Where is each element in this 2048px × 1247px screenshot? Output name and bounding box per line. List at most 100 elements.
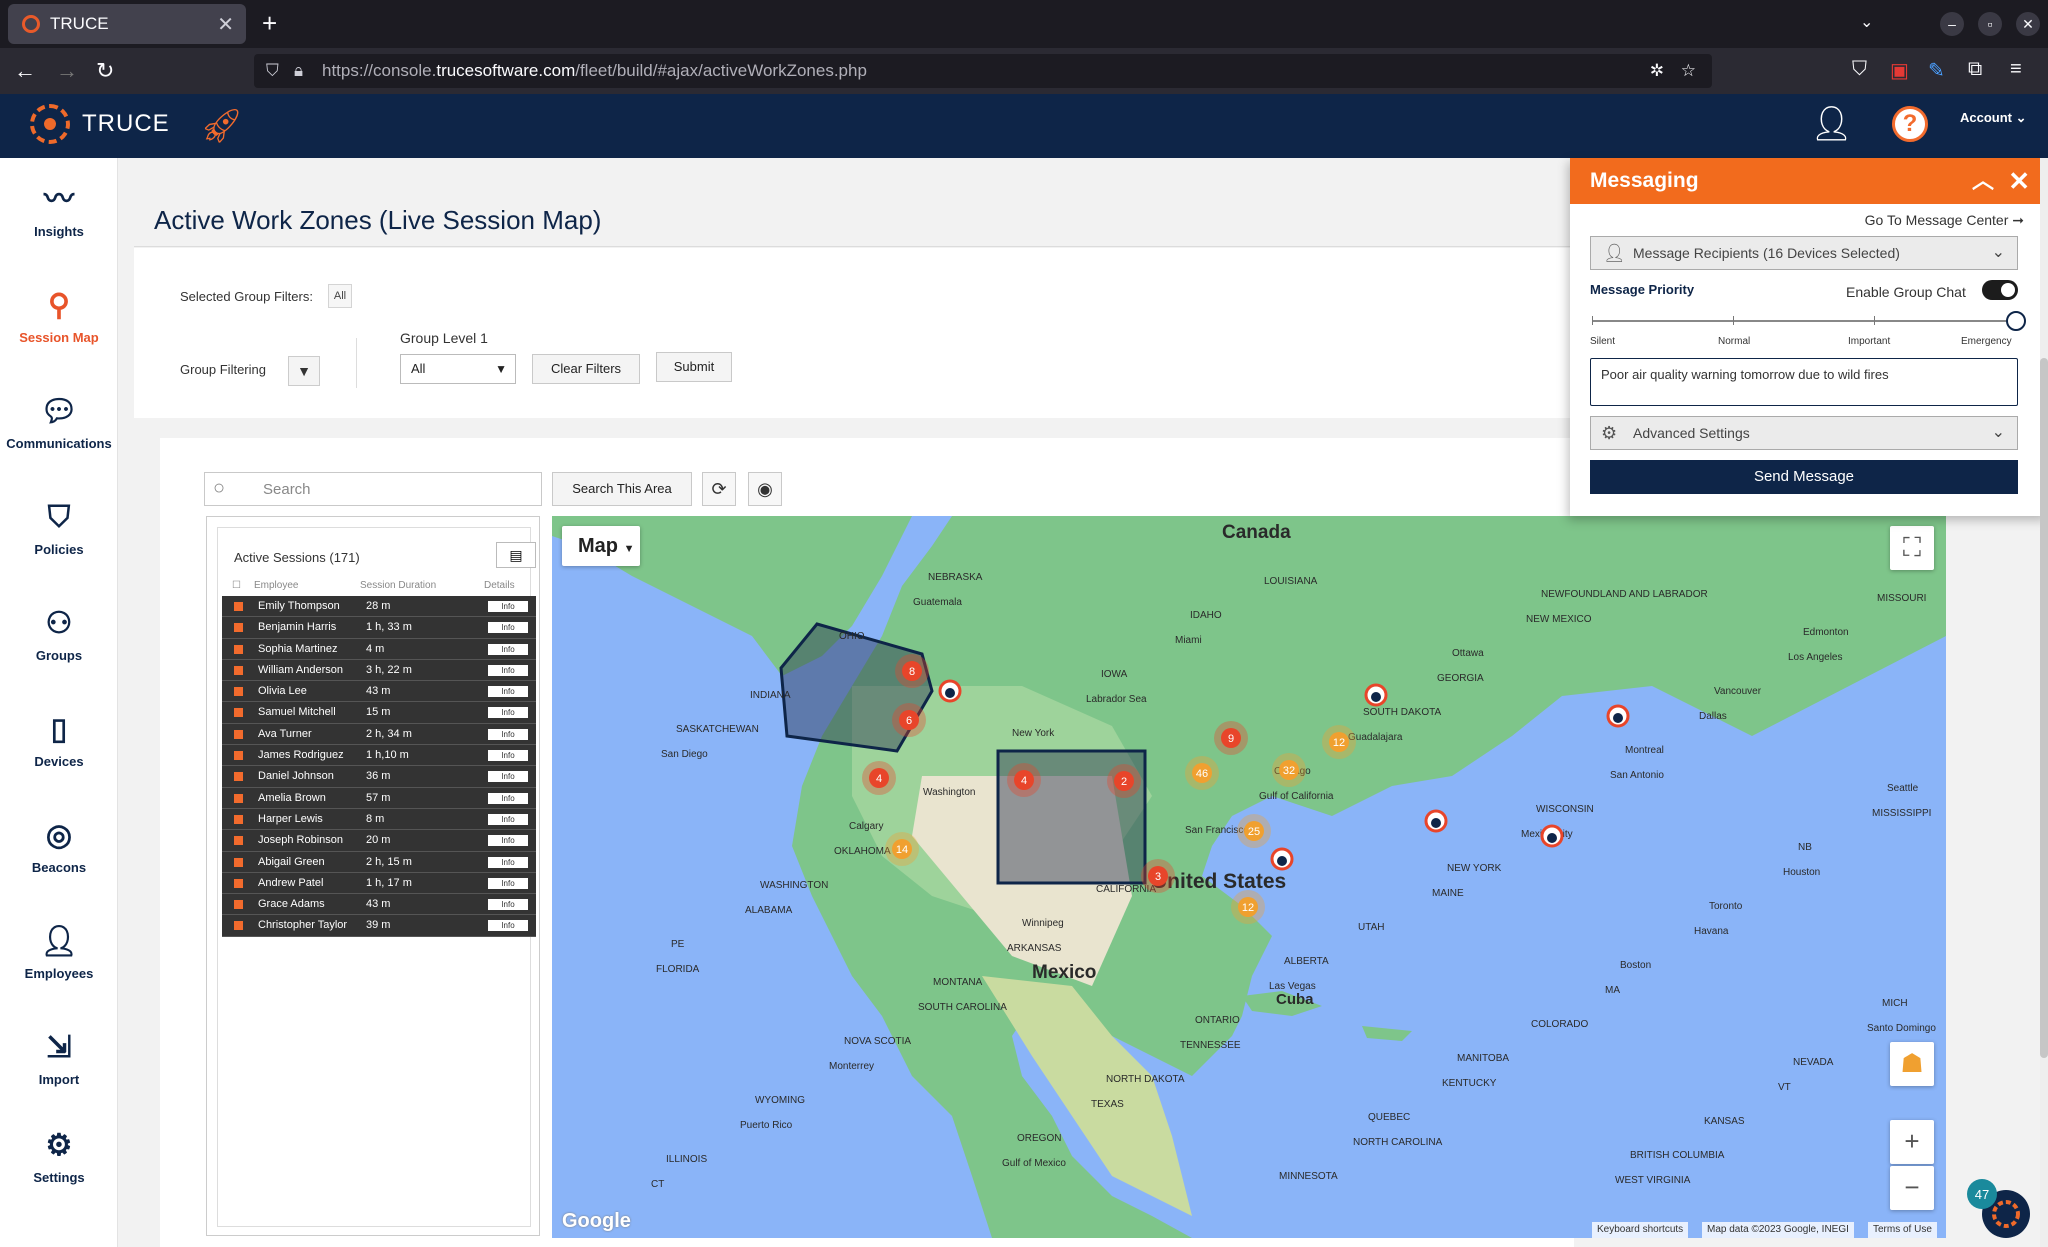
map-cluster[interactable]: 8 [895, 654, 929, 688]
sidebar-item-policies[interactable]: ⛉ Policies [0, 500, 118, 557]
map-cluster[interactable]: 6 [892, 703, 926, 737]
clear-filters-button[interactable]: Clear Filters [532, 354, 640, 384]
message-selected-button[interactable]: ▤ [496, 542, 536, 568]
sidebar-item-beacons[interactable]: ◎ Beacons [0, 818, 118, 875]
info-button[interactable]: Info [488, 622, 528, 634]
table-row[interactable]: Harper Lewis 8 m Info [222, 808, 536, 831]
table-row[interactable]: Emily Thompson 28 m Info [222, 596, 536, 618]
row-checkbox[interactable] [234, 644, 243, 654]
employee-pin[interactable] [1540, 824, 1564, 848]
row-checkbox[interactable] [234, 900, 243, 910]
close-tab-icon[interactable]: ✕ [217, 12, 234, 37]
table-row[interactable]: Grace Adams 43 m Info [222, 894, 536, 916]
priority-slider[interactable] [1592, 311, 2026, 331]
employee-pin[interactable] [1364, 683, 1388, 707]
account-menu[interactable]: Account ⌄ [1960, 110, 2027, 126]
table-row[interactable]: Samuel Mitchell 15 m Info [222, 702, 536, 724]
row-checkbox[interactable] [234, 602, 243, 611]
info-button[interactable]: Info [488, 920, 528, 932]
restore-icon[interactable]: ▫ [1978, 12, 2002, 36]
map-cluster[interactable]: 14 [885, 832, 919, 866]
info-button[interactable]: Info [488, 750, 528, 762]
info-button[interactable]: Info [488, 835, 528, 847]
menu-icon[interactable]: ≡ [2010, 58, 2022, 81]
row-checkbox[interactable] [234, 878, 243, 888]
page-scrollbar[interactable] [2040, 158, 2048, 1247]
row-checkbox[interactable] [234, 687, 243, 697]
map-cluster[interactable]: 12 [1231, 890, 1265, 924]
map-cluster[interactable]: 4 [862, 761, 896, 795]
url-bar[interactable]: ⛉ 🔒︎ https://console.trucesoftware.com/f… [254, 54, 1712, 88]
table-row[interactable]: Ava Turner 2 h, 34 m Info [222, 723, 536, 746]
row-checkbox[interactable] [234, 793, 243, 803]
minimize-icon[interactable]: – [1940, 12, 1964, 36]
sidebar-item-devices[interactable]: ▯ Devices [0, 712, 118, 769]
employee-pin[interactable] [1270, 847, 1294, 871]
message-textarea[interactable]: Poor air quality warning tomorrow due to… [1590, 358, 2018, 406]
group-level-select[interactable]: All ▼ [400, 354, 516, 384]
new-tab-icon[interactable]: + [262, 8, 277, 39]
map[interactable]: Canada United States Mexico Cuba ALBERTA MANI… [552, 516, 1946, 1238]
map-cluster[interactable]: 4 [1007, 763, 1041, 797]
map-cluster[interactable]: 25 [1237, 814, 1271, 848]
employee-pin[interactable] [1606, 704, 1630, 728]
info-button[interactable]: Info [488, 728, 528, 740]
info-button[interactable]: Info [488, 877, 528, 889]
bookmark-star-icon[interactable]: ☆ [1681, 54, 1696, 88]
info-button[interactable]: Info [488, 664, 528, 676]
info-button[interactable]: Info [488, 856, 528, 868]
row-checkbox[interactable] [234, 751, 243, 761]
refresh-button[interactable]: ⟳ [702, 472, 736, 506]
keyboard-shortcuts-link[interactable]: Keyboard shortcuts [1592, 1222, 1689, 1238]
user-list-icon[interactable]: 👤︎ [1810, 104, 1853, 144]
priority-slider-thumb[interactable] [2006, 311, 2026, 331]
collapse-icon[interactable]: ︿ [1972, 158, 1994, 204]
employee-pin[interactable] [938, 679, 962, 703]
extensions-icon[interactable]: ⧉ [1968, 58, 1982, 81]
map-cluster[interactable]: 9 [1214, 721, 1248, 755]
row-checkbox[interactable] [234, 665, 243, 675]
rocket-icon[interactable]: 🚀︎ [200, 106, 243, 146]
table-row[interactable]: William Anderson 3 h, 22 m Info [222, 659, 536, 682]
send-message-button[interactable]: Send Message [1590, 460, 2018, 494]
forward-icon[interactable]: → [56, 58, 78, 84]
row-checkbox[interactable] [234, 836, 243, 846]
zoom-in-button[interactable]: + [1890, 1120, 1934, 1164]
zoom-out-button[interactable]: − [1890, 1166, 1934, 1210]
tab-list-chevron-icon[interactable]: ⌄ [1860, 12, 1873, 32]
map-cluster[interactable]: 3 [1141, 859, 1175, 893]
extension-icon[interactable]: ✲ [1650, 54, 1664, 88]
table-row[interactable]: Amelia Brown 57 m Info [222, 787, 536, 809]
truce-logo[interactable]: TRUCE [30, 104, 170, 144]
row-checkbox[interactable] [234, 729, 243, 739]
filter-funnel-button[interactable]: ▼ [288, 356, 320, 386]
row-checkbox[interactable] [234, 772, 243, 782]
info-button[interactable]: Info [488, 899, 528, 911]
street-view-button[interactable]: ☗ [1890, 1042, 1934, 1086]
sidebar-item-settings[interactable]: ⚙ Settings [0, 1128, 118, 1185]
col-employee[interactable]: Employee [254, 580, 298, 591]
map-cluster[interactable]: 12 [1322, 725, 1356, 759]
map-cluster[interactable]: 46 [1185, 756, 1219, 790]
row-checkbox[interactable] [234, 921, 243, 931]
chat-widget[interactable]: 47 [1962, 1178, 2032, 1240]
info-button[interactable]: Info [488, 813, 528, 825]
map-cluster[interactable]: 2 [1107, 764, 1141, 798]
terms-link[interactable]: Terms of Use [1868, 1222, 1937, 1238]
row-checkbox[interactable] [234, 708, 243, 718]
table-row[interactable]: Joseph Robinson 20 m Info [222, 830, 536, 852]
locate-button[interactable]: ◉ [748, 472, 782, 506]
reload-icon[interactable]: ↻ [96, 58, 114, 84]
back-icon[interactable]: ← [14, 58, 36, 84]
select-all-checkbox[interactable]: ☐ [232, 580, 241, 591]
sidebar-item-session-map[interactable]: ⚲ Session Map [0, 288, 118, 345]
table-row[interactable]: Andrew Patel 1 h, 17 m Info [222, 872, 536, 895]
table-row[interactable]: James Rodriguez 1 h,10 m Info [222, 745, 536, 767]
table-row[interactable]: Sophia Martinez 4 m Info [222, 638, 536, 660]
col-duration[interactable]: Session Duration [360, 580, 436, 591]
table-row[interactable]: Daniel Johnson 36 m Info [222, 766, 536, 788]
info-button[interactable]: Info [488, 686, 528, 698]
sidebar-item-insights[interactable]: 〰 Insights [0, 182, 118, 239]
info-button[interactable]: Info [488, 643, 528, 655]
row-checkbox[interactable] [234, 814, 243, 824]
